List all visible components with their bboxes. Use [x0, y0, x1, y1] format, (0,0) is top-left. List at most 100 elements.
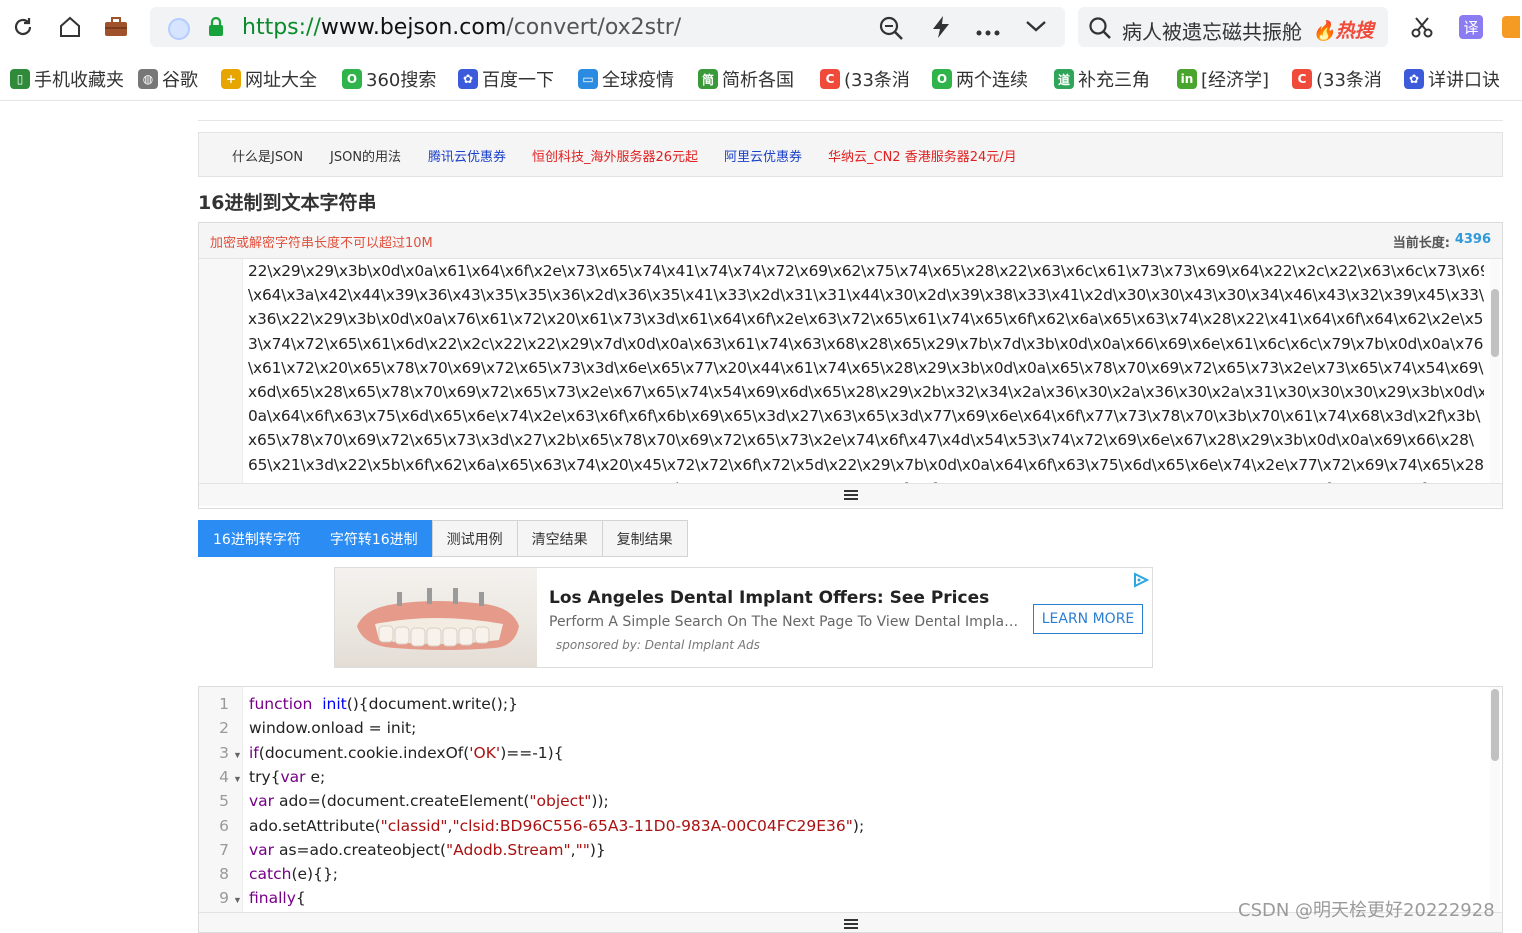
code-token: "classid": [380, 816, 448, 835]
code-token: init: [322, 695, 347, 713]
chevron-down-icon[interactable]: [1025, 19, 1047, 38]
csdn-c-icon: C: [820, 69, 840, 89]
globe-icon: ◍: [138, 69, 158, 89]
hex-to-string-button[interactable]: 16进制转字符: [198, 520, 316, 557]
string-to-hex-button[interactable]: 字符转16进制: [314, 520, 433, 557]
reload-icon[interactable]: [6, 10, 40, 44]
bank-icon: 简: [698, 69, 718, 89]
drag-handle-icon: [843, 490, 858, 500]
address-bar[interactable]: https://www.bejson.com/convert/ox2str/: [150, 7, 1065, 47]
nav-link[interactable]: JSON的用法: [330, 146, 401, 165]
copy-result-button[interactable]: 复制结果: [601, 520, 688, 557]
bookmark-label: 补充三角: [1078, 70, 1150, 91]
clear-result-button[interactable]: 清空结果: [516, 520, 603, 557]
bookmark-label: 360搜索: [366, 70, 437, 91]
code-token: "Adodb.Stream": [446, 840, 571, 859]
ad-description[interactable]: Perform A Simple Search On The Next Page…: [549, 614, 1019, 630]
translate-icon[interactable]: 译: [1454, 10, 1488, 44]
code-line: if(document.cookie.indexOf('OK')==-1){: [249, 744, 564, 762]
input-scrollbar[interactable]: [1490, 259, 1500, 483]
nav-link[interactable]: 华纳云_CN2 香港服务器24元/月: [828, 146, 1017, 165]
hot-search-badge[interactable]: 🔥热搜: [1312, 16, 1374, 43]
csdn-c-icon: C: [1292, 69, 1312, 89]
extension-icon[interactable]: [1500, 10, 1522, 44]
nav-link[interactable]: 腾讯云优惠券: [428, 146, 506, 165]
dental-implant-image[interactable]: [335, 568, 537, 667]
scrollbar-thumb[interactable]: [1491, 689, 1499, 761]
in-icon: in: [1177, 69, 1197, 89]
code-line: var as=ado.createobject("Adodb.Stream","…: [249, 841, 606, 859]
nav-link[interactable]: 阿里云优惠券: [724, 146, 802, 165]
nav-link[interactable]: 什么是JSON: [232, 146, 303, 165]
fold-arrow-icon[interactable]: ▼: [233, 895, 242, 905]
bookmark-item[interactable]: ◍ 谷歌: [138, 67, 198, 91]
length-label: 当前长度:: [1392, 236, 1450, 251]
code-token: (e){};: [291, 865, 339, 884]
scissors-icon[interactable]: [1405, 10, 1439, 44]
code-token: var: [249, 840, 275, 859]
test-example-button[interactable]: 测试用例: [431, 520, 518, 557]
bookmark-item[interactable]: C (33条消: [1292, 67, 1382, 91]
site-info-icon[interactable]: [168, 18, 190, 40]
home-icon[interactable]: [53, 10, 87, 44]
bookmark-label: 两个连续: [956, 70, 1028, 91]
editor-scrollbar[interactable]: [1490, 687, 1500, 912]
ad-title[interactable]: Los Angeles Dental Implant Offers: See P…: [549, 588, 989, 608]
code-token: )}: [589, 840, 606, 859]
book-icon: 道: [1054, 69, 1074, 89]
briefcase-icon[interactable]: [99, 10, 133, 44]
hex-input-textarea[interactable]: 22\x29\x29\x3b\x0d\x0a\x61\x64\x6f\x2e\x…: [248, 259, 1484, 483]
bookmark-item[interactable]: + 网址大全: [221, 67, 317, 91]
code-line: ado.setAttribute("classid","clsid:BD96C5…: [249, 817, 864, 835]
bookmark-item[interactable]: C (33条消: [820, 67, 910, 91]
line-number: 6: [219, 816, 229, 835]
code-token: "object": [529, 792, 592, 811]
bookmark-item[interactable]: ✿ 详讲口诀: [1404, 67, 1500, 91]
hex-text-line: \x61\x72\x20\x65\x78\x70\x69\x72\x65\x73…: [248, 358, 1484, 377]
fold-arrow-icon[interactable]: ▼: [233, 750, 242, 760]
url-host: www.bejson.com: [320, 15, 507, 40]
url-text[interactable]: https://www.bejson.com/convert/ox2str/: [242, 15, 681, 40]
more-icon[interactable]: [976, 23, 1000, 41]
zoom-search-icon[interactable]: [878, 15, 904, 46]
resize-handle[interactable]: [199, 483, 1502, 506]
line-number: 2: [219, 719, 229, 738]
code-token: (){document.write();}: [346, 695, 518, 713]
bookmark-item[interactable]: ▭ 全球疫情: [578, 67, 674, 91]
code-token: finally: [249, 889, 296, 908]
code-token: "": [575, 840, 590, 859]
code-line: try{var e;: [249, 768, 325, 786]
code-token: e;: [305, 767, 326, 786]
panel-header: 加密或解密字符串长度不可以超过10M 当前长度: 4396: [199, 223, 1502, 259]
bookmark-label: 详讲口诀: [1428, 70, 1500, 91]
bookmark-item[interactable]: O 360搜索: [342, 67, 436, 91]
nav-link[interactable]: 恒创科技_海外服务器26元起: [532, 146, 698, 165]
adchoices-icon[interactable]: [1132, 572, 1150, 593]
bookmark-item[interactable]: 道补充三角: [1054, 67, 1150, 91]
line-number: 3: [219, 743, 229, 762]
bookmark-item[interactable]: O 两个连续: [932, 67, 1028, 91]
bookmark-item[interactable]: 简简析各国: [698, 67, 794, 91]
lock-icon: [207, 16, 225, 42]
code-token: );: [852, 816, 865, 835]
lightning-icon[interactable]: [930, 15, 952, 44]
hex-text-line: 0a\x64\x6f\x63\x75\x6d\x65\x6e\x74\x2e\x…: [248, 407, 1481, 426]
hex-text-line: 65\x21\x3d\x22\x5b\x6f\x62\x6a\x65\x63\x…: [248, 455, 1484, 474]
bookmark-item[interactable]: ✿ 百度一下: [458, 67, 554, 91]
url-scheme: https://: [242, 15, 321, 40]
hex-text-line: x36\x22\x29\x3b\x0d\x0a\x76\x61\x72\x20\…: [248, 310, 1484, 329]
page-title: 16进制到文本字符串: [198, 192, 377, 214]
search-box[interactable]: 病人被遗忘磁共振舱 🔥热搜: [1078, 7, 1388, 47]
bookmark-label: 手机收藏夹: [34, 70, 124, 91]
line-gutter: [199, 259, 243, 483]
code-token: var: [249, 792, 275, 811]
bookmark-item[interactable]: in [经济学]: [1177, 67, 1269, 91]
ad-banner[interactable]: Los Angeles Dental Implant Offers: See P…: [334, 567, 1153, 668]
scrollbar-thumb[interactable]: [1491, 289, 1499, 357]
learn-more-button[interactable]: LEARN MORE: [1033, 604, 1143, 634]
bookmark-label: 谷歌: [162, 70, 198, 91]
fold-arrow-icon[interactable]: ▼: [233, 774, 242, 784]
browser-toolbar: https://www.bejson.com/convert/ox2str/ 病…: [0, 0, 1522, 56]
phone-icon: ▯: [10, 69, 30, 89]
bookmark-item[interactable]: ▯ 手机收藏夹: [10, 67, 124, 91]
